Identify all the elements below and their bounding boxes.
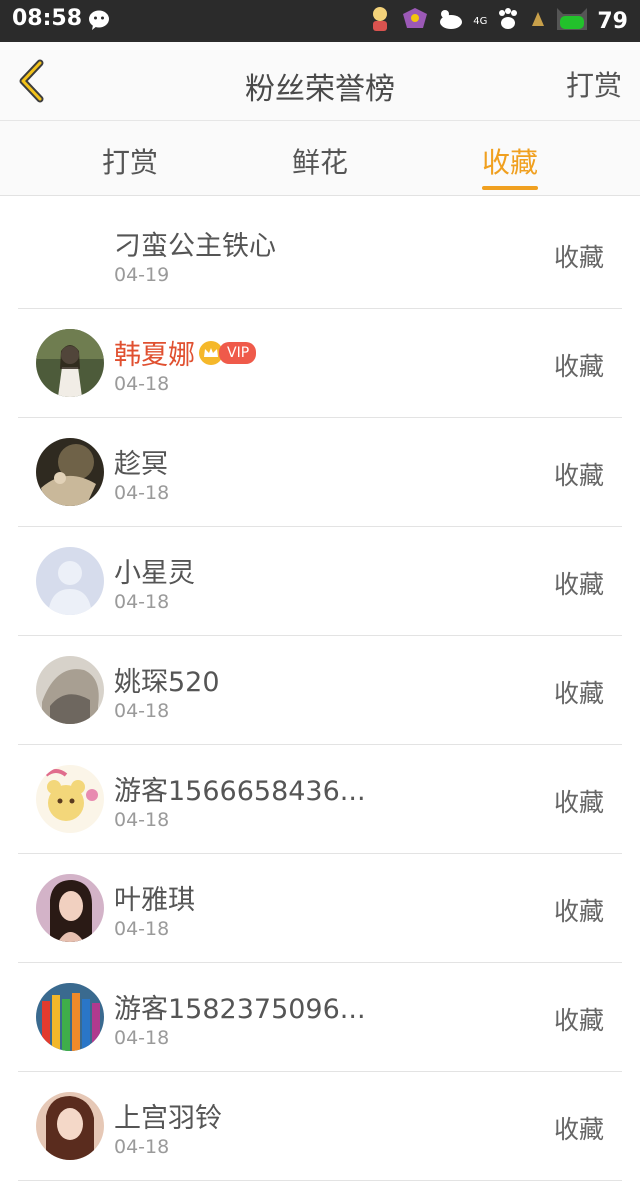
user-name: 刁蛮公主铁心 (114, 231, 276, 262)
action-label: 收藏 (553, 788, 604, 817)
status-icons: 4G 79 (359, 4, 628, 38)
item-date: 04-18 (114, 1027, 170, 1049)
pencils-avatar[interactable] (36, 983, 104, 1051)
item-date: 04-18 (114, 482, 170, 504)
item-date: 04-18 (114, 373, 170, 395)
user-name: 趁冥 (114, 449, 168, 480)
user-name: 上宫羽铃 (114, 1103, 222, 1134)
action-label: 收藏 (553, 1006, 604, 1035)
item-date: 04-18 (114, 1136, 170, 1158)
app-notification-icon (529, 8, 547, 34)
vip-label: VIP (219, 341, 257, 364)
action-label: 收藏 (553, 897, 604, 926)
list-item[interactable]: 姚琛520 04-18 收藏 (18, 636, 622, 745)
user-name: 游客1566658436... (114, 776, 366, 807)
user-name: 游客1582375096... (114, 994, 366, 1025)
status-time: 08:58 (12, 6, 83, 31)
battery-icon (555, 4, 589, 38)
battery-level: 79 (597, 8, 628, 34)
tab-active-indicator (482, 186, 538, 190)
list-item[interactable]: 上宫羽铃 04-18 收藏 (18, 1072, 622, 1181)
list-item[interactable]: 叶雅琪 04-18 收藏 (18, 854, 622, 963)
list-item[interactable]: 趁冥 04-18 收藏 (18, 418, 622, 527)
tab-bar: 打赏 鲜花 收藏 (0, 121, 640, 196)
tab-favorites[interactable]: 收藏 (450, 141, 570, 181)
tab-flowers[interactable]: 鲜花 (260, 141, 380, 181)
list-item[interactable]: 小星灵 04-18 收藏 (18, 527, 622, 636)
action-label: 收藏 (553, 1115, 604, 1144)
list-item[interactable]: 韩夏娜 VIP 04-18 收藏 (18, 309, 622, 418)
item-date: 04-18 (114, 700, 170, 722)
paw-icon (495, 6, 521, 36)
action-label: 收藏 (553, 570, 604, 599)
action-label: 收藏 (553, 243, 604, 272)
action-label: 收藏 (553, 679, 604, 708)
app-notification-icon (367, 5, 393, 37)
wechat-icon (88, 9, 112, 35)
page-title: 粉丝荣誉榜 (245, 72, 395, 107)
avatar[interactable] (36, 874, 104, 942)
action-label: 收藏 (553, 461, 604, 490)
list-item[interactable]: 刁蛮公主铁心 04-19 收藏 (18, 200, 622, 309)
avatar[interactable] (36, 656, 104, 724)
network-label: 4G (473, 15, 488, 27)
list-item[interactable]: 游客1582375096... 04-18 收藏 (18, 963, 622, 1072)
action-label: 收藏 (553, 352, 604, 381)
chevron-left-icon[interactable] (14, 58, 50, 108)
status-bar: 08:58 4G 79 (0, 0, 640, 42)
user-name: 叶雅琪 (114, 885, 195, 916)
reward-button[interactable]: 打赏 (566, 64, 622, 104)
list-item[interactable]: 游客1566658436... 04-18 收藏 (18, 745, 622, 854)
app-notification-icon (401, 6, 429, 36)
item-date: 04-18 (114, 918, 170, 940)
avatar[interactable] (36, 329, 104, 397)
vip-badge: VIP (199, 340, 257, 365)
fan-list: 刁蛮公主铁心 04-19 收藏 韩夏娜 VIP 04-18 收藏 趁冥 04-1… (0, 200, 640, 1181)
user-name: 姚琛520 (114, 667, 220, 698)
header: 粉丝荣誉榜 打赏 (0, 42, 640, 121)
user-name: 韩夏娜 (114, 340, 195, 371)
item-date: 04-18 (114, 591, 170, 613)
tab-reward[interactable]: 打赏 (70, 141, 190, 181)
avatar[interactable] (36, 438, 104, 506)
mouse-icon (437, 7, 465, 35)
item-date: 04-18 (114, 809, 170, 831)
cartoon-avatar[interactable] (36, 765, 104, 833)
avatar[interactable] (36, 1092, 104, 1160)
default-user-avatar[interactable] (36, 547, 104, 615)
user-name: 小星灵 (114, 558, 195, 589)
item-date: 04-19 (114, 264, 170, 286)
